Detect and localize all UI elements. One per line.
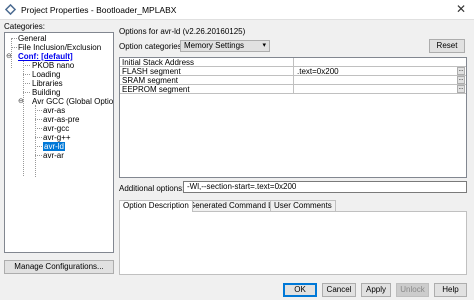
chevron-down-icon: ▾ [262,42,266,49]
tree-item-libraries[interactable]: Libraries [32,79,63,88]
grid-row[interactable]: SRAM segment ... [120,76,466,85]
collapse-icon[interactable]: ⊖ [6,53,12,60]
tree-item-avr-gcc[interactable]: avr-gcc [43,124,69,133]
tab-user-comments[interactable]: User Comments [270,200,336,211]
cancel-button[interactable]: Cancel [322,283,356,297]
grid-row[interactable]: Initial Stack Address [120,58,466,67]
grid-key: EEPROM segment [120,85,294,94]
options-grid: Initial Stack Address FLASH segment .tex… [119,57,467,178]
grid-row[interactable]: EEPROM segment ... [120,85,466,94]
tree-item-avr-ld[interactable]: avr-ld [43,142,66,151]
option-categories-select[interactable]: Memory Settings ▾ [180,40,270,52]
ok-button[interactable]: OK [283,283,317,297]
tree-item-avr-ar[interactable]: avr-ar [43,151,64,160]
tree-item-avr-as-pre[interactable]: avr-as-pre [43,115,79,124]
tab-option-description[interactable]: Option Description [119,200,193,212]
grid-value[interactable] [295,58,466,67]
categories-tree[interactable]: ⊖ ⊖ General File Inclusion/Exclusion Con… [4,32,114,253]
tree-item-avr-gpp[interactable]: avr-g++ [43,133,71,142]
unlock-button[interactable]: Unlock [396,283,429,297]
option-categories-label: Option categories: [119,42,184,51]
tab-content [119,211,467,275]
app-icon [4,3,17,16]
tree-item-general[interactable]: General [18,34,46,43]
ellipsis-button[interactable]: ... [457,76,465,84]
tree-item-avr-gcc-global[interactable]: Avr GCC (Global Options) [32,97,113,106]
option-categories-value: Memory Settings [184,41,245,50]
options-title: Options for avr-ld (v2.26.20160125) [119,27,246,36]
window-title: Project Properties - Bootloader_MPLABX [21,4,177,15]
additional-options-input[interactable]: -Wl,--section-start=.text=0x200 [183,181,467,193]
help-button[interactable]: Help [434,283,467,297]
reset-button[interactable]: Reset [429,39,465,53]
tree-item-conf-default[interactable]: Conf: [default] [18,52,73,61]
ellipsis-button[interactable]: ... [457,67,465,75]
grid-key: SRAM segment [120,76,294,85]
collapse-icon[interactable]: ⊖ [18,98,24,105]
close-icon[interactable]: ✕ [456,2,466,16]
manage-configurations-button[interactable]: Manage Configurations... [4,260,114,274]
categories-label: Categories: [4,22,45,31]
apply-button[interactable]: Apply [361,283,391,297]
tree-item-loading[interactable]: Loading [32,70,60,79]
tree-item-avr-as[interactable]: avr-as [43,106,65,115]
tree-item-building[interactable]: Building [32,88,60,97]
grid-value[interactable] [295,85,466,94]
grid-key: Initial Stack Address [120,58,294,67]
tree-item-file-inclusion[interactable]: File Inclusion/Exclusion [18,43,101,52]
additional-options-label: Additional options: [119,184,185,193]
ellipsis-button[interactable]: ... [457,85,465,93]
grid-value[interactable]: .text=0x200 [295,67,466,76]
grid-key: FLASH segment [120,67,294,76]
grid-row[interactable]: FLASH segment .text=0x200 ... [120,67,466,76]
tree-item-pkob-nano[interactable]: PKOB nano [32,61,74,70]
grid-value[interactable] [295,76,466,85]
title-bar: Project Properties - Bootloader_MPLABX ✕ [0,0,474,19]
